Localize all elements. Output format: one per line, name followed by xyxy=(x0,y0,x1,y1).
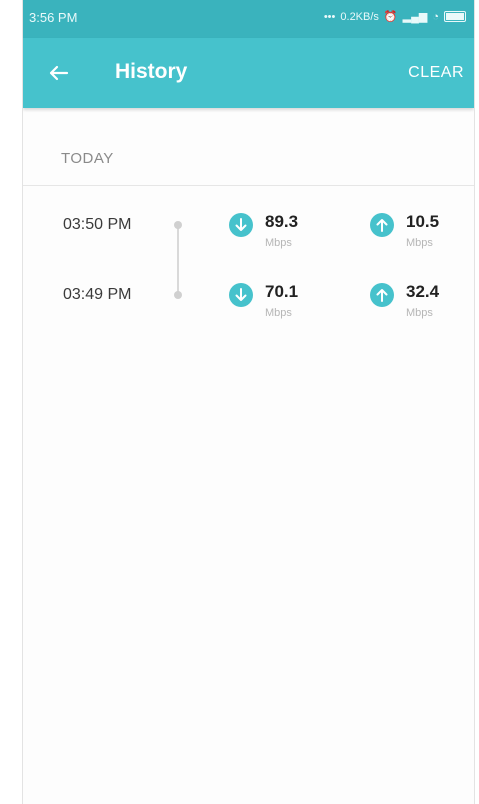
upload-icon xyxy=(370,213,394,237)
download-value: 70.1 xyxy=(265,282,299,301)
dots-icon: ••• xyxy=(323,10,336,23)
download-icon xyxy=(229,213,253,237)
history-row[interactable]: 03:49 PM 70.1 Mbps 32.4 Mbps xyxy=(23,282,474,346)
status-time: 3:56 PM xyxy=(29,10,78,25)
back-button[interactable] xyxy=(43,58,73,88)
battery-icon xyxy=(444,11,466,22)
download-value: 89.3 xyxy=(265,212,299,231)
status-indicators: ••• 0.2KB/s ⏰ ▂▄▆ ◔ xyxy=(324,10,466,23)
download-metric: 89.3 Mbps xyxy=(229,210,349,260)
timeline-dot xyxy=(174,291,182,299)
upload-metric: 10.5 Mbps xyxy=(370,210,474,260)
entry-time: 03:49 PM xyxy=(63,286,132,303)
upload-unit: Mbps xyxy=(406,307,433,319)
history-row[interactable]: 03:50 PM 89.3 Mbps 10.5 Mbps xyxy=(23,212,474,276)
download-icon xyxy=(229,283,253,307)
page-title: History xyxy=(115,60,188,83)
back-arrow-icon xyxy=(49,65,69,81)
upload-unit: Mbps xyxy=(406,237,433,249)
wifi-icon: ◔ xyxy=(432,10,439,23)
upload-icon xyxy=(370,283,394,307)
history-screen: 3:56 PM ••• 0.2KB/s ⏰ ▂▄▆ ◔ History CLEA… xyxy=(22,0,475,804)
alarm-icon: ⏰ xyxy=(383,11,398,23)
app-bar: History CLEAR xyxy=(23,38,474,108)
status-bar: 3:56 PM ••• 0.2KB/s ⏰ ▂▄▆ ◔ xyxy=(23,0,474,38)
network-speed: 0.2KB/s xyxy=(340,10,379,23)
upload-value: 32.4 xyxy=(406,282,440,301)
download-metric: 70.1 Mbps xyxy=(229,280,349,330)
download-unit: Mbps xyxy=(265,307,292,319)
section-label-today: TODAY xyxy=(61,150,114,167)
entry-time: 03:50 PM xyxy=(63,216,132,233)
upload-value: 10.5 xyxy=(406,212,440,231)
section-divider xyxy=(23,185,474,186)
download-unit: Mbps xyxy=(265,237,292,249)
signal-icon: ▂▄▆ xyxy=(402,11,428,23)
timeline-dot xyxy=(174,221,182,229)
upload-metric: 32.4 Mbps xyxy=(370,280,474,330)
clear-button[interactable]: CLEAR xyxy=(408,64,464,82)
